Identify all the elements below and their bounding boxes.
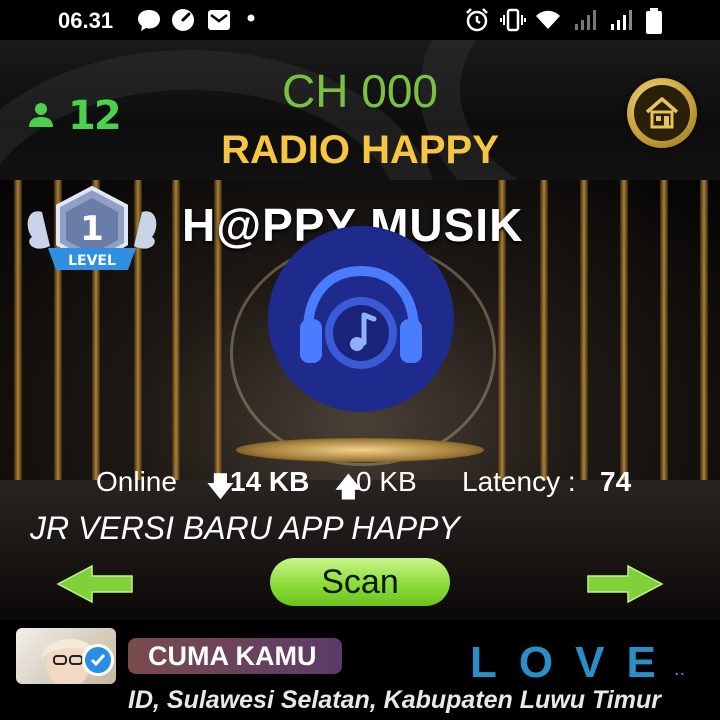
status-time: 06.31 (58, 8, 114, 33)
station-logo (268, 226, 454, 412)
dot-icon (247, 14, 255, 22)
stage-pillar (700, 180, 708, 480)
stage-pillar (172, 180, 180, 480)
stage-podium (236, 438, 484, 462)
stage-pillar (660, 180, 668, 480)
speed-icon (172, 9, 194, 31)
prev-channel-button[interactable] (56, 564, 134, 604)
vibrate-icon (500, 8, 526, 32)
level-badge: 1 LEVEL (27, 185, 157, 270)
alarm-icon (466, 8, 488, 32)
stage-pillar (540, 180, 548, 480)
next-channel-button[interactable] (586, 564, 664, 604)
latency-value: 74 (600, 466, 632, 497)
scan-button[interactable]: Scan (270, 558, 450, 606)
now-playing-footer: CUMA KAMU LOVE .. ID, Sulawesi Selatan, … (0, 620, 720, 720)
channel-label: CH 000 (282, 65, 438, 117)
headphones-music-icon (300, 265, 422, 369)
level-number: 1 (80, 209, 104, 249)
latency-label: Latency : (462, 466, 576, 497)
header: 12 CH 000 RADIO HAPPY (0, 40, 720, 180)
battery-icon (646, 8, 662, 34)
signal-icon (611, 10, 632, 30)
home-button[interactable] (627, 78, 697, 148)
checkmark-icon (90, 654, 106, 667)
signal-icon (575, 10, 596, 30)
status-bar: 06.31 (0, 0, 720, 40)
level-label: LEVEL (68, 253, 116, 269)
stage-pillar (620, 180, 628, 480)
verified-badge-icon (82, 644, 114, 676)
scrolling-message: JR VERSI BARU APP HAPPY (30, 510, 460, 546)
mail-icon (208, 10, 230, 30)
wifi-icon (536, 10, 560, 29)
stage-pillar (580, 180, 588, 480)
listener-location: ID, Sulawesi Selatan, Kabupaten Luwu Tim… (128, 686, 661, 714)
home-button-face (634, 85, 690, 141)
love-suffix: .. (674, 658, 686, 680)
song-title: CUMA KAMU (128, 638, 342, 674)
love-label: LOVE (470, 638, 678, 687)
connection-stats: Online 🡇 14 KB 🡅 0 KB Latency : 74 (0, 466, 720, 502)
chat-bubble-icon (138, 10, 160, 31)
online-status: Online (96, 466, 177, 497)
player-stage: 1 LEVEL H@PPY MUSIK Online 🡇 14 KB 🡅 0 K… (0, 180, 720, 620)
home-icon (645, 97, 679, 129)
upload-rate: 0 KB (356, 466, 417, 497)
stage-pillar (14, 180, 22, 480)
radio-name: RADIO HAPPY (221, 128, 499, 172)
download-rate: 14 KB (230, 466, 310, 497)
